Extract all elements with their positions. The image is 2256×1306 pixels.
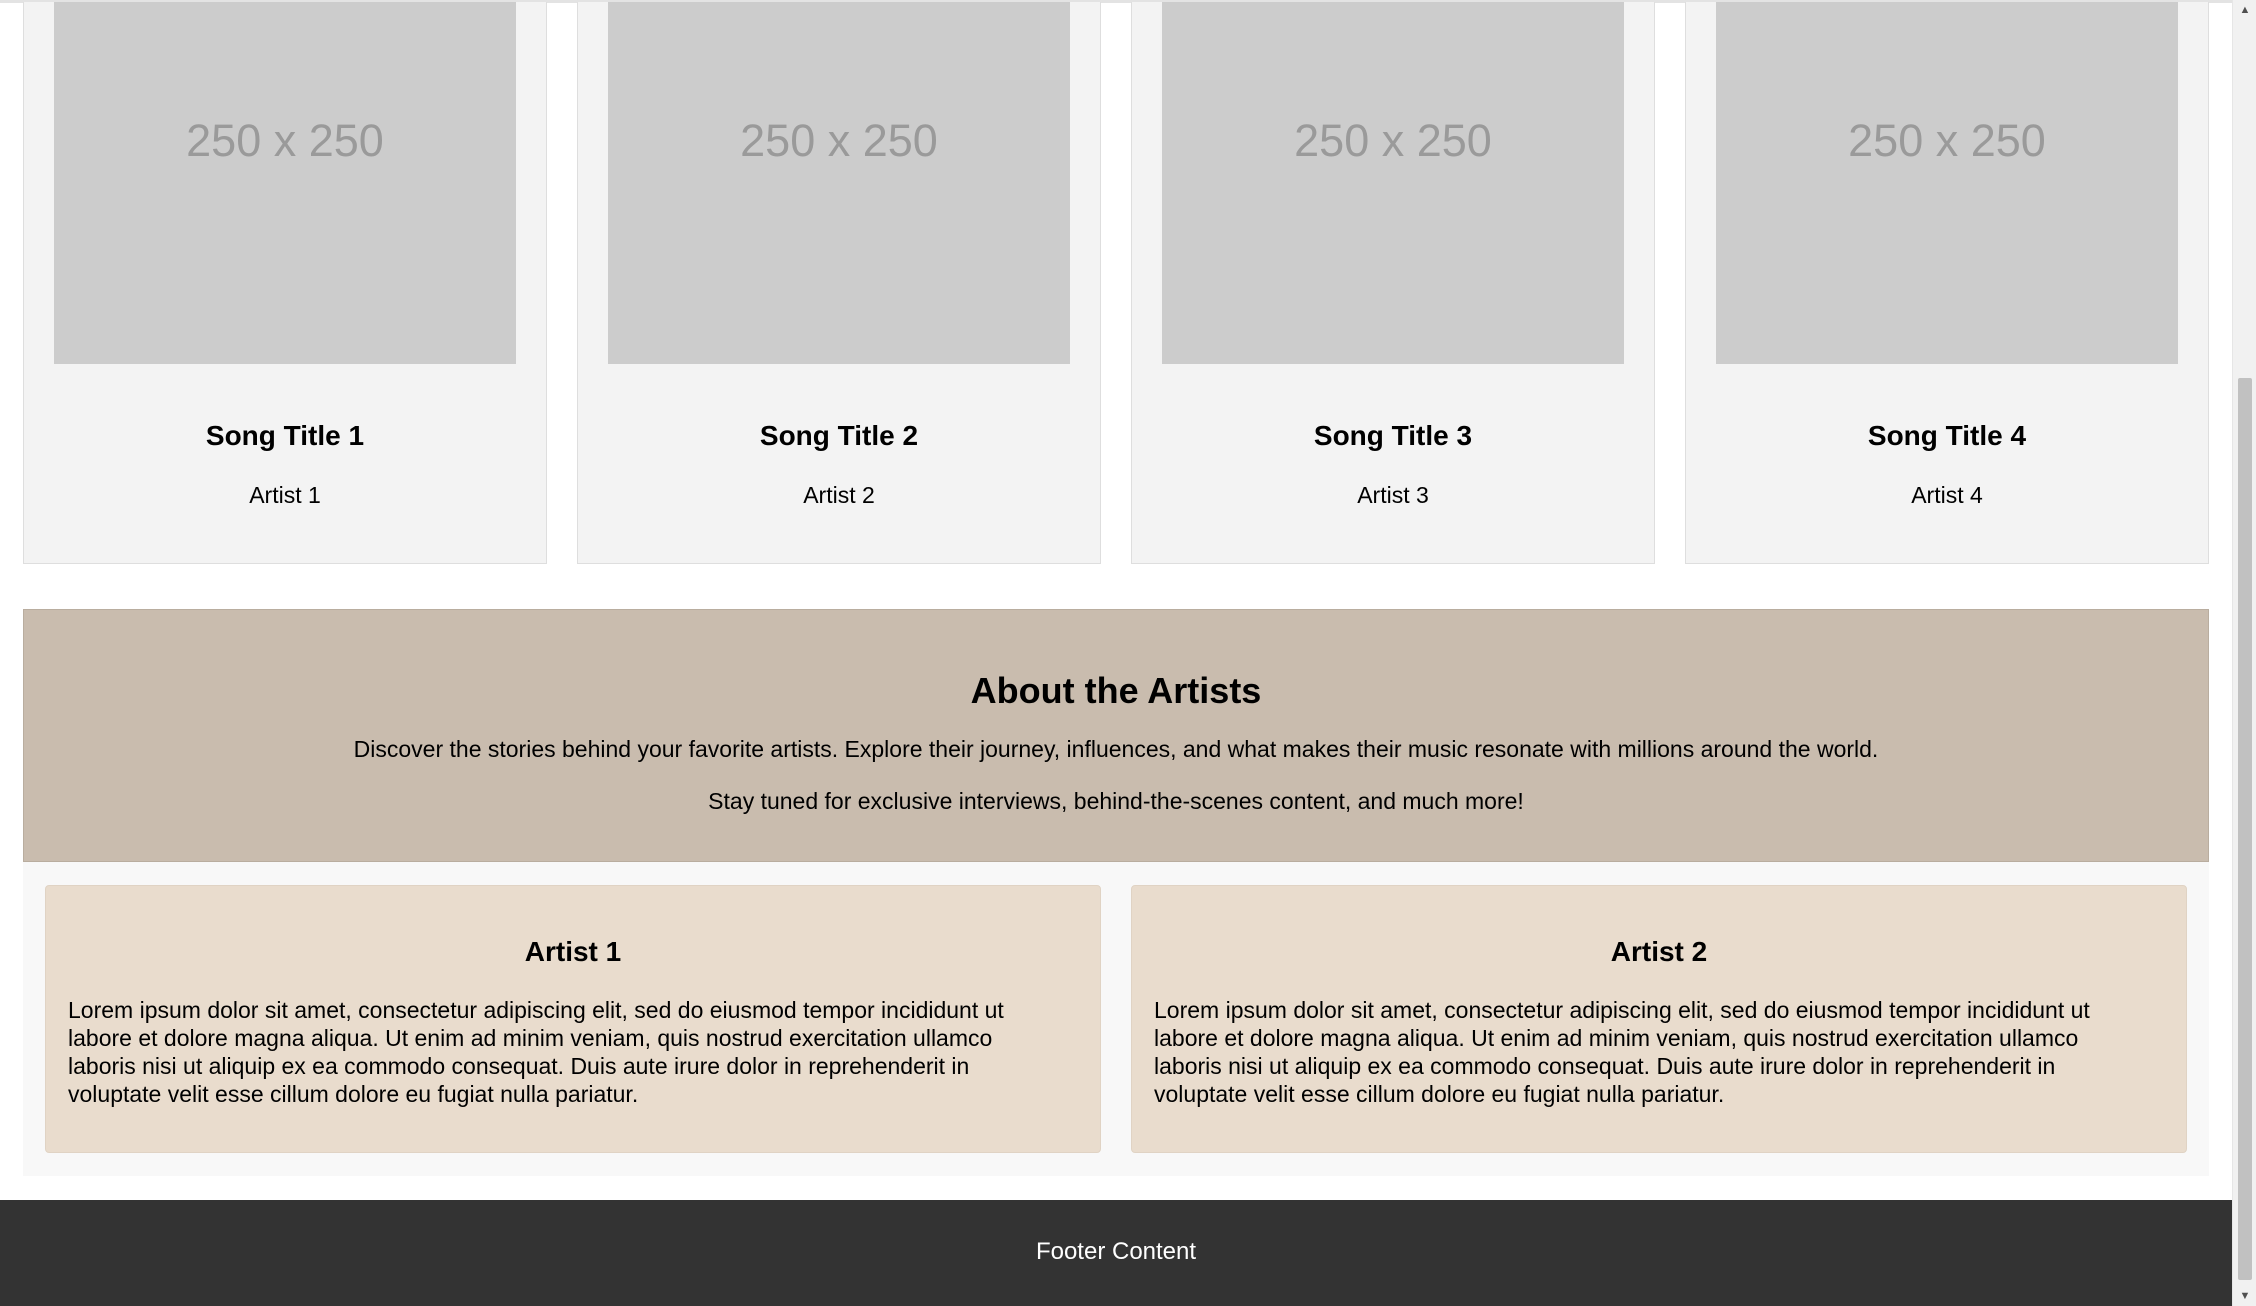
- song-title: Song Title 2: [759, 420, 919, 451]
- song-artist: Artist 4: [1911, 482, 1983, 508]
- about-section: About the Artists Discover the stories b…: [23, 609, 2209, 862]
- song-grid: 250 x 250 Song Title 1 Artist 1 250 x 25…: [23, 2, 2209, 564]
- artist-card: Artist 2 Lorem ipsum dolor sit amet, con…: [1131, 885, 2187, 1153]
- song-card[interactable]: 250 x 250 Song Title 4 Artist 4: [1685, 2, 2209, 564]
- footer: Footer Content: [0, 1200, 2232, 1306]
- artist-section: Artist 1 Lorem ipsum dolor sit amet, con…: [23, 862, 2209, 1176]
- about-teaser: Stay tuned for exclusive interviews, beh…: [708, 788, 1524, 814]
- scroll-down-arrow-icon[interactable]: ▼: [2233, 1286, 2256, 1306]
- song-card[interactable]: 250 x 250 Song Title 3 Artist 3: [1131, 2, 1655, 564]
- song-title: Song Title 1: [205, 420, 365, 451]
- about-heading: About the Artists: [970, 670, 1262, 711]
- song-artist: Artist 3: [1357, 482, 1429, 508]
- artist-name: Artist 2: [1610, 936, 1708, 967]
- cover-size-label: 250 x 250: [1294, 115, 1492, 166]
- cover-size-label: 250 x 250: [1848, 115, 2046, 166]
- album-cover-placeholder[interactable]: 250 x 250: [1162, 2, 1624, 364]
- about-description: Discover the stories behind your favorit…: [353, 736, 1879, 762]
- page-viewport: 250 x 250 Song Title 1 Artist 1 250 x 25…: [0, 0, 2232, 1306]
- album-cover-placeholder[interactable]: 250 x 250: [1716, 2, 2178, 364]
- song-card[interactable]: 250 x 250 Song Title 2 Artist 2: [577, 2, 1101, 564]
- artist-bio: Lorem ipsum dolor sit amet, consectetur …: [68, 997, 1004, 1107]
- artist-name: Artist 1: [524, 936, 622, 967]
- footer-text: Footer Content: [1035, 1238, 1197, 1265]
- song-title: Song Title 3: [1313, 420, 1473, 451]
- artist-bio: Lorem ipsum dolor sit amet, consectetur …: [1154, 997, 2090, 1107]
- song-artist: Artist 2: [803, 482, 875, 508]
- artist-card: Artist 1 Lorem ipsum dolor sit amet, con…: [45, 885, 1101, 1153]
- album-cover-placeholder[interactable]: 250 x 250: [608, 2, 1070, 364]
- cover-size-label: 250 x 250: [186, 115, 384, 166]
- scroll-up-arrow-icon[interactable]: ▲: [2233, 0, 2256, 20]
- scrollbar-thumb[interactable]: [2238, 378, 2252, 1280]
- song-title: Song Title 4: [1867, 420, 2027, 451]
- song-card[interactable]: 250 x 250 Song Title 1 Artist 1: [23, 2, 547, 564]
- vertical-scrollbar[interactable]: ▲ ▼: [2232, 0, 2256, 1306]
- song-artist: Artist 1: [249, 482, 321, 508]
- cover-size-label: 250 x 250: [740, 115, 938, 166]
- album-cover-placeholder[interactable]: 250 x 250: [54, 2, 516, 364]
